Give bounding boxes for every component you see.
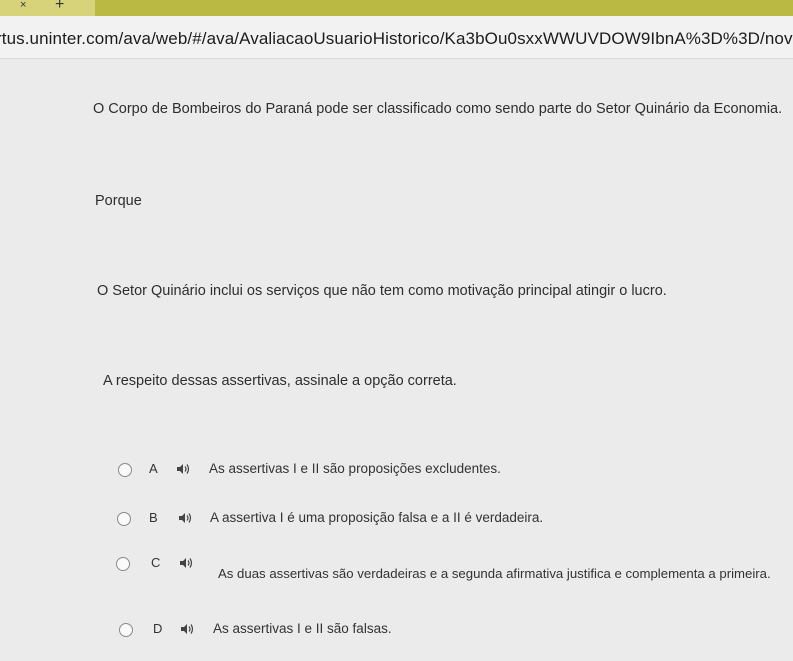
option-text: As assertivas I e II são proposições exc… <box>209 461 501 476</box>
option-b[interactable]: B A assertiva I é uma proposição falsa e… <box>117 510 557 532</box>
radio-button-d[interactable] <box>119 623 133 637</box>
option-a[interactable]: A As assertivas I e II são proposições e… <box>118 461 518 483</box>
radio-button-a[interactable] <box>118 463 132 477</box>
connector-text: Porque <box>95 193 142 209</box>
option-text: As duas assertivas são verdadeiras e a s… <box>218 566 771 581</box>
question-panel: O Corpo de Bombeiros do Paraná pode ser … <box>0 59 793 661</box>
instruction-text: A respeito dessas assertivas, assinale a… <box>103 373 457 389</box>
url-text[interactable]: rtus.uninter.com/ava/web/#/ava/Avaliacao… <box>0 29 793 49</box>
speaker-icon[interactable] <box>179 622 195 636</box>
assertion-1: O Corpo de Bombeiros do Paraná pode ser … <box>93 101 783 117</box>
speaker-icon[interactable] <box>177 511 193 525</box>
radio-button-b[interactable] <box>117 512 131 526</box>
option-letter: B <box>149 510 158 525</box>
option-letter: D <box>153 621 163 636</box>
radio-button-c[interactable] <box>116 557 130 571</box>
speaker-icon[interactable] <box>178 556 194 570</box>
browser-tab-strip: × + <box>0 0 793 16</box>
new-tab-icon[interactable]: + <box>55 0 64 13</box>
assertion-2: O Setor Quinário inclui os serviços que … <box>97 283 667 299</box>
option-letter: A <box>149 461 158 476</box>
option-d[interactable]: D As assertivas I e II são falsas. <box>118 621 418 643</box>
option-letter: C <box>151 555 161 570</box>
browser-tab[interactable]: × + <box>0 0 95 16</box>
option-c[interactable]: C As duas assertivas são verdadeiras e a… <box>116 555 786 585</box>
option-text: A assertiva I é uma proposição falsa e a… <box>210 510 544 525</box>
close-tab-icon[interactable]: × <box>20 0 26 11</box>
speaker-icon[interactable] <box>175 462 191 476</box>
option-text: As assertivas I e II são falsas. <box>213 621 392 636</box>
address-bar[interactable]: rtus.uninter.com/ava/web/#/ava/Avaliacao… <box>0 16 793 59</box>
